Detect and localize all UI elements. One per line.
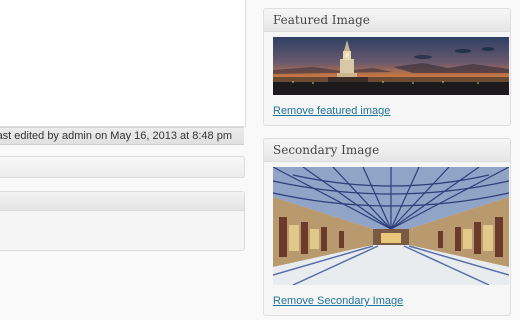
featured-image-thumbnail[interactable] [273, 37, 509, 95]
featured-image-title[interactable]: Featured Image [264, 9, 510, 32]
metabox-header[interactable] [0, 192, 244, 211]
sunset-clock-tower-image [273, 37, 509, 95]
remove-secondary-image-link[interactable]: Remove Secondary Image [273, 295, 403, 307]
metabox-panel [0, 191, 245, 251]
collapsed-metabox[interactable] [0, 156, 245, 178]
secondary-image-thumbnail[interactable] [273, 167, 509, 285]
secondary-image-box: Secondary Image Remove Secondary Image [263, 138, 511, 316]
post-editor-area[interactable] [0, 0, 246, 127]
featured-image-box: Featured Image Remove featured image [263, 8, 511, 126]
editor-status-bar: ast edited by admin on May 16, 2013 at 8… [0, 127, 244, 145]
last-edited-text: ast edited by admin on May 16, 2013 at 8… [0, 130, 232, 142]
remove-featured-image-link[interactable]: Remove featured image [273, 105, 390, 117]
secondary-image-title[interactable]: Secondary Image [264, 139, 510, 162]
winter-gardens-arcade-image [273, 167, 509, 285]
